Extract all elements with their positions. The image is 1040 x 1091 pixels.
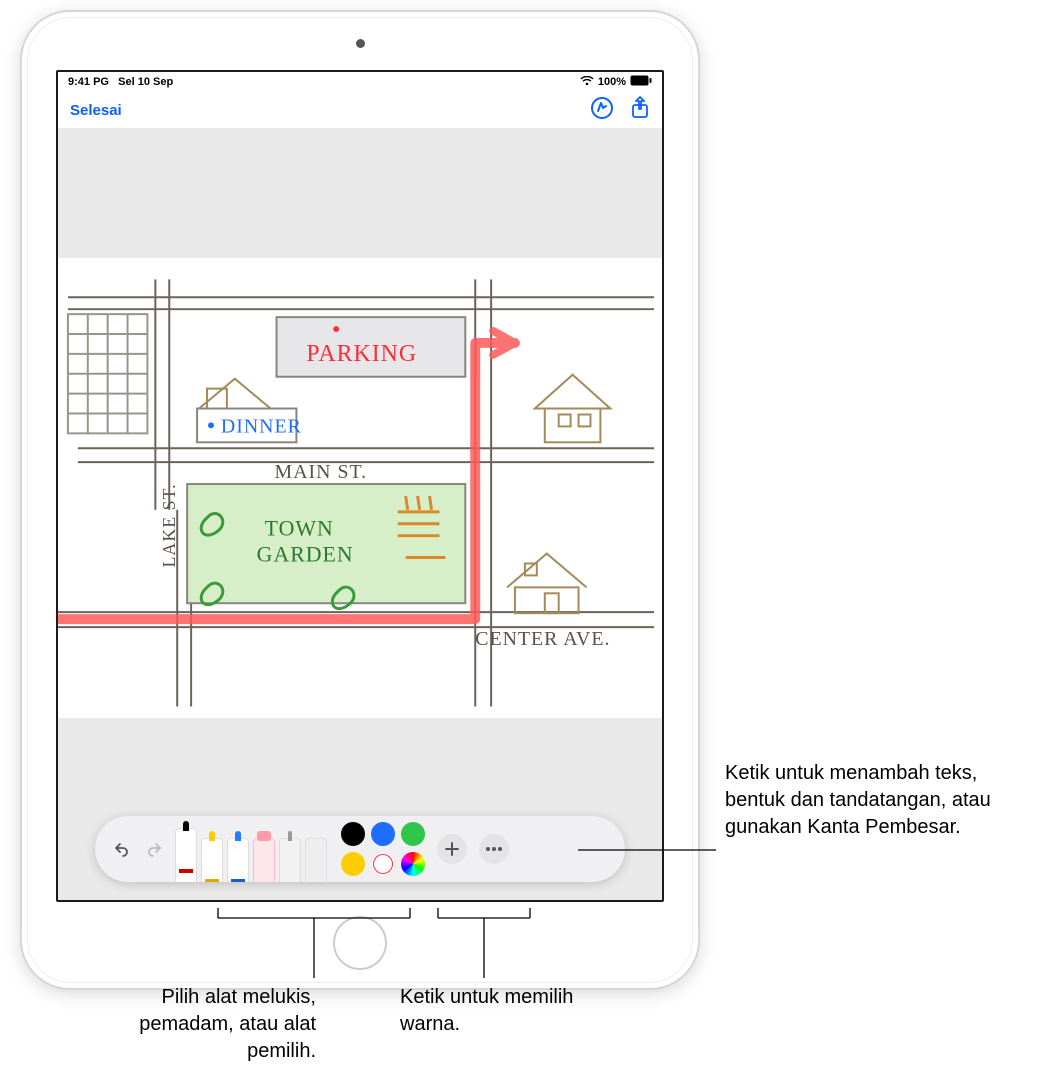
callout-add: Ketik untuk menambah teks, bentuk dan ta…: [725, 760, 1015, 841]
callout-tools: Pilih alat melukis, pemadam, atau alat p…: [96, 984, 316, 1065]
callout-leader-lines: [0, 0, 1040, 1091]
callout-colors: Ketik untuk memilih warna.: [400, 984, 580, 1038]
